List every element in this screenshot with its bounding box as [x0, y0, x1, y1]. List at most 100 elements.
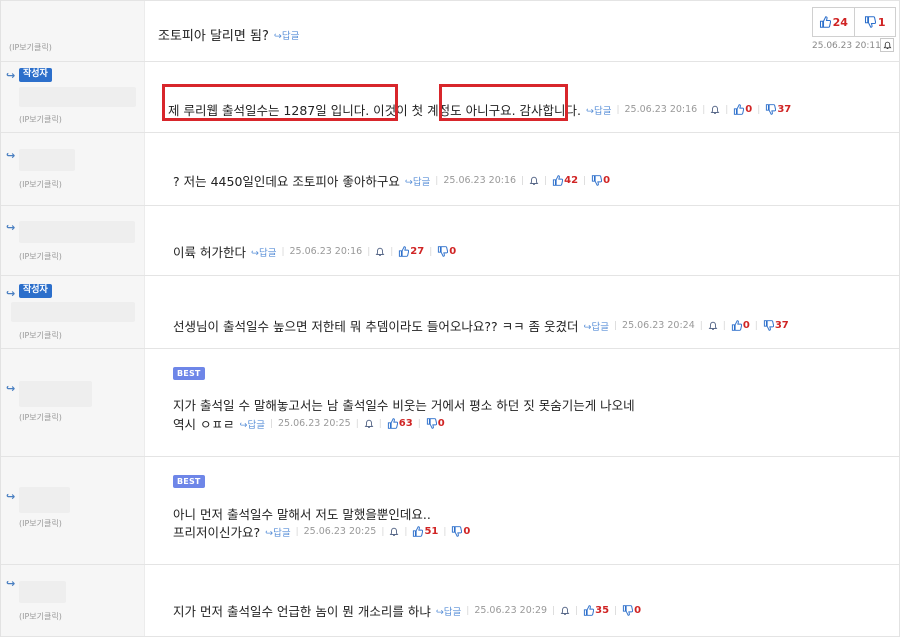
report-button[interactable]: [364, 419, 374, 429]
comment-meta: ↪답글 | 25.06.23 20:25 | | 63 | 0: [239, 417, 444, 431]
bell-icon: [529, 176, 539, 185]
comment-content: 이륙 허가한다 ↪답글 | 25.06.23 20:16 | | 27 | 0: [146, 206, 899, 275]
comment-content: ? 저는 4450일인데요 조토피아 좋아하구요 ↪답글 | 25.06.23 20:…: [146, 133, 899, 205]
thumbs-up-icon: [413, 526, 424, 537]
thumbs-down-icon: [622, 605, 634, 616]
separator: |: [699, 320, 703, 331]
nickname-blurred[interactable]: [19, 581, 66, 603]
upvote-button[interactable]: 0: [731, 320, 750, 331]
ip-view-link[interactable]: (IP보기클릭): [19, 251, 62, 262]
separator: |: [757, 104, 761, 115]
reply-label: 답글: [591, 321, 609, 333]
downvote-button[interactable]: 0: [426, 418, 445, 429]
comment-text: 지가 출석일 수 말해놓고서는 남 출석일수 비웃는 거에서 평소 하던 짓 못…: [173, 398, 635, 413]
reply-button[interactable]: ↪답글: [265, 525, 290, 539]
comment-line: 아니 먼저 출석일수 말해서 저도 말했을뿐인데요..: [173, 504, 436, 523]
downvote-button[interactable]: 0: [451, 526, 470, 537]
ip-view-link[interactable]: (IP보기클릭): [9, 42, 52, 53]
comment-text: 이륙 허가한다: [173, 245, 246, 260]
ip-view-link[interactable]: (IP보기클릭): [19, 518, 62, 529]
comment-date: 25.06.23 20:25: [277, 418, 351, 429]
report-button[interactable]: [529, 176, 539, 186]
upvote-count: 24: [832, 15, 848, 29]
thumbs-up-icon: [584, 605, 595, 616]
reply-label: 답글: [412, 176, 431, 188]
separator: |: [443, 526, 447, 537]
reply-button[interactable]: ↪답글: [274, 28, 299, 42]
downvote-count: 0: [603, 175, 611, 186]
separator: |: [725, 104, 729, 115]
report-button[interactable]: [389, 527, 399, 537]
comment-line: 선생님이 출석일수 높으면 저한테 뭐 추뎀이라도 들어오나요?? ㅋㅋ 좀 웃…: [173, 316, 789, 335]
separator: |: [614, 605, 618, 616]
comment-meta: ↪답글 | 25.06.23 20:16 | | 27 | 0: [251, 245, 456, 259]
upvote-button[interactable]: 63: [387, 418, 413, 429]
reply-button[interactable]: ↪답글: [239, 417, 264, 431]
upvote-count: 35: [595, 605, 610, 616]
report-button[interactable]: [375, 247, 385, 257]
downvote-button[interactable]: 37: [763, 320, 789, 331]
upvote-count: 51: [424, 526, 439, 537]
comment-author-column: ↪ (IP보기클릭): [1, 565, 145, 636]
upvote-button[interactable]: 51: [412, 526, 438, 537]
upvote-button[interactable]: 35: [583, 605, 609, 616]
reply-arrow-icon: ↪: [6, 577, 16, 590]
comment-content: 선생님이 출석일수 높으면 저한테 뭐 추뎀이라도 들어오나요?? ㅋㅋ 좀 웃…: [146, 276, 899, 348]
upvote-button[interactable]: 42: [552, 175, 578, 186]
separator: |: [429, 246, 433, 257]
nickname-blurred[interactable]: [19, 487, 70, 513]
separator: |: [381, 526, 385, 537]
separator: |: [378, 418, 382, 429]
upvote-button[interactable]: 0: [733, 104, 752, 115]
downvote-button[interactable]: 0: [622, 605, 641, 616]
separator: |: [702, 104, 706, 115]
report-button[interactable]: [710, 105, 720, 115]
comment-date: 25.06.23 20:16: [443, 175, 517, 186]
downvote-button[interactable]: 0: [437, 246, 456, 257]
reply-button[interactable]: ↪답글: [405, 174, 430, 188]
thumbs-down-icon: [426, 418, 437, 429]
bell-icon: [708, 321, 718, 330]
separator: |: [404, 526, 408, 537]
comment-author-column: ↪ 작성자 (IP보기클릭): [1, 276, 145, 348]
post-content: 조토피아 달리면 됨? ↪답글: [146, 1, 899, 61]
comment-text: 아니 먼저 출석일수 말해서 저도 말했을뿐인데요..: [173, 507, 431, 522]
downvote-button[interactable]: 37: [765, 104, 791, 115]
nickname-blurred[interactable]: [11, 302, 135, 322]
report-button[interactable]: [880, 38, 894, 52]
comment-date: 25.06.23 20:29: [474, 605, 548, 616]
comment-row: ↪ (IP보기클릭) BEST 지가 출석일 수 말해놓고서는 남 출석일수 비웃…: [1, 349, 899, 457]
downvote-count: 0: [634, 605, 642, 616]
nickname-blurred[interactable]: [19, 87, 136, 107]
upvote-button[interactable]: 27: [398, 246, 424, 257]
reply-button[interactable]: ↪답글: [584, 319, 609, 333]
author-badge: 작성자: [19, 68, 52, 82]
ip-view-link[interactable]: (IP보기클릭): [19, 412, 62, 423]
ip-view-link[interactable]: (IP보기클릭): [19, 179, 62, 190]
reply-button[interactable]: ↪답글: [251, 245, 276, 259]
downvote-button[interactable]: 1: [853, 8, 896, 36]
reply-button[interactable]: ↪답글: [436, 604, 461, 618]
reply-label: 답글: [247, 419, 265, 431]
thumbs-down-icon: [766, 104, 777, 115]
nickname-blurred[interactable]: [19, 381, 92, 407]
comment-author-column: ↪ (IP보기클릭): [1, 133, 145, 205]
ip-view-link[interactable]: (IP보기클릭): [19, 330, 62, 341]
report-button[interactable]: [560, 606, 570, 616]
reply-button[interactable]: ↪답글: [586, 103, 611, 117]
thumbs-down-icon: [864, 16, 876, 28]
nickname-blurred[interactable]: [19, 149, 75, 171]
report-button[interactable]: [708, 321, 718, 331]
best-badge: BEST: [173, 475, 205, 488]
separator: |: [355, 418, 359, 429]
comment-content: 지가 먼저 출석일수 언급한 놈이 뭔 개소리를 하냐 ↪답글 | 25.06.23 …: [146, 565, 899, 636]
nickname-blurred[interactable]: [19, 221, 135, 243]
downvote-button[interactable]: 0: [591, 175, 610, 186]
upvote-button[interactable]: 24: [813, 8, 854, 36]
ip-view-link[interactable]: (IP보기클릭): [19, 114, 62, 125]
bell-icon: [390, 527, 399, 536]
ip-view-link[interactable]: (IP보기클릭): [19, 611, 62, 622]
separator: |: [552, 605, 556, 616]
separator: |: [466, 605, 470, 616]
highlight-box-2: [439, 84, 568, 121]
